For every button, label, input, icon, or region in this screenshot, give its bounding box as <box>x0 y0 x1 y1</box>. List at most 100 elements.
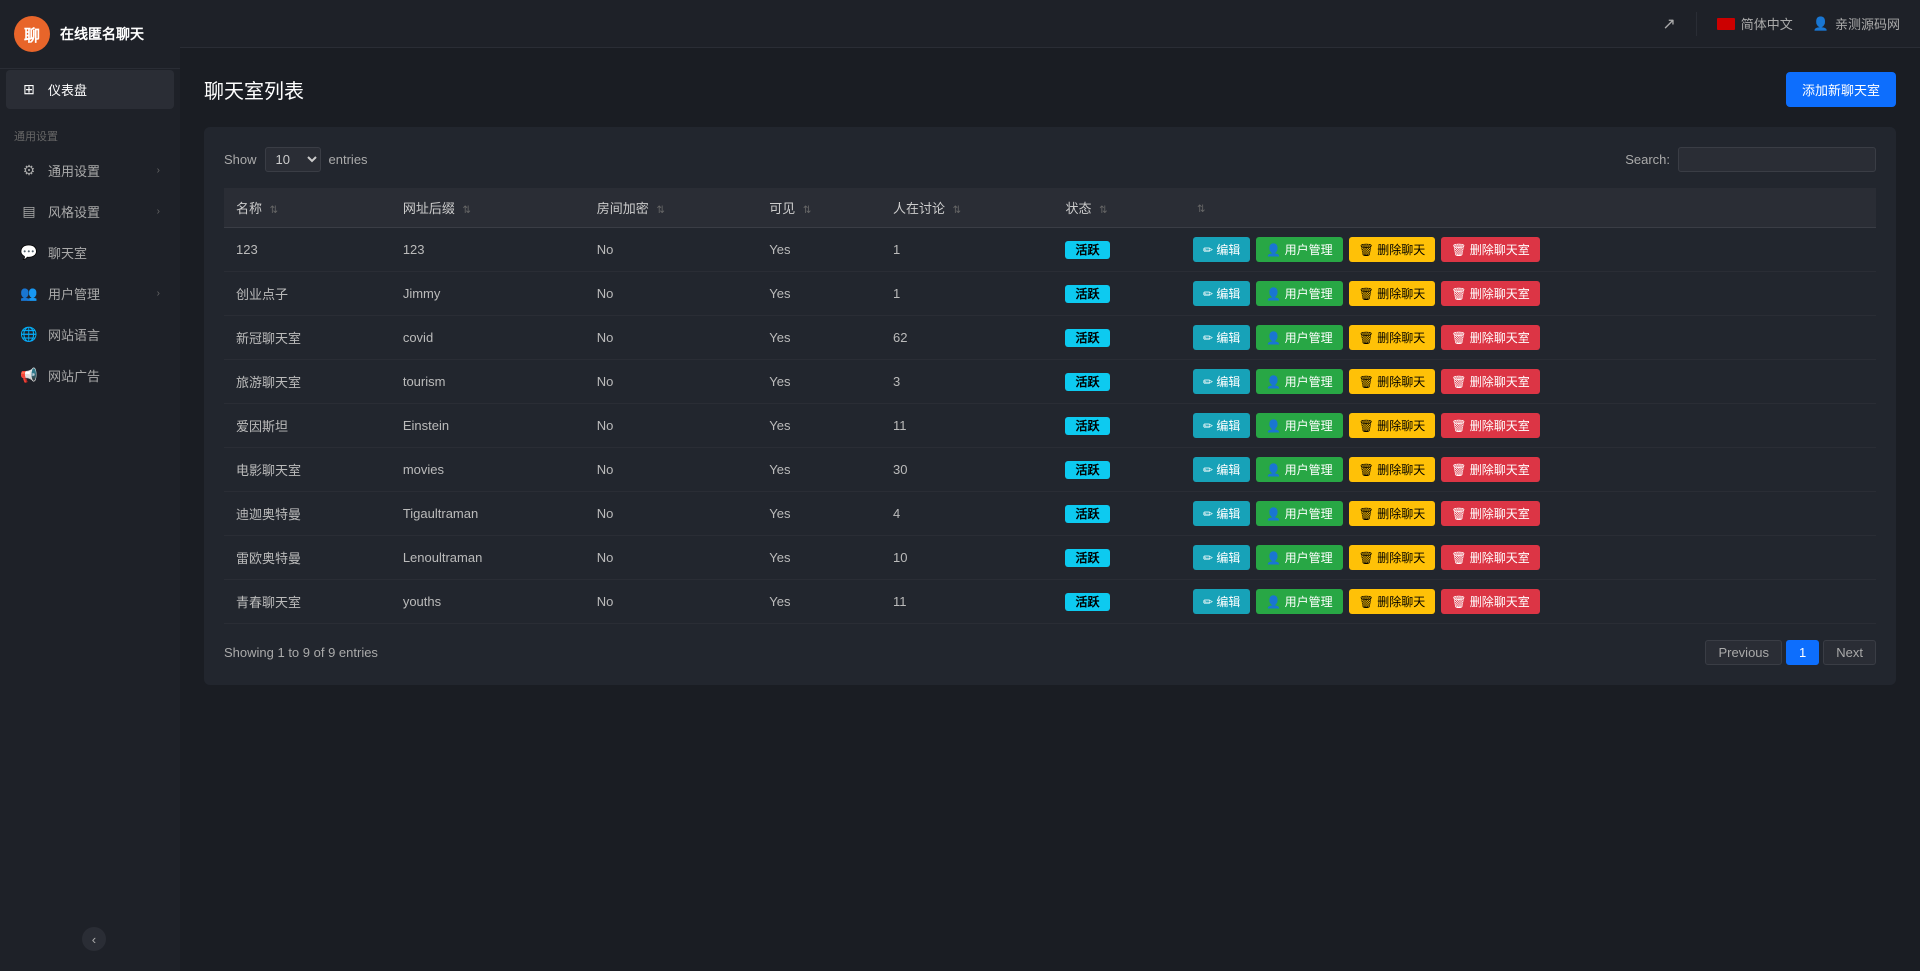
pagination-prev-button[interactable]: Previous <box>1705 640 1782 665</box>
col-online: 人在讨论 ⇅ <box>881 188 1053 228</box>
table-row: 雷欧奥特曼 Lenoultraman No Yes 10 活跃 ✏ 编辑 👤 用… <box>224 536 1876 580</box>
sidebar-item-general-settings[interactable]: ⚙ 通用设置 › <box>6 151 174 190</box>
delete-msg-button[interactable]: 🗑 删除聊天 <box>1349 589 1436 614</box>
sort-online-icon[interactable]: ⇅ <box>953 205 961 216</box>
sidebar-item-user-management[interactable]: 👥 用户管理 › <box>6 274 174 313</box>
search-label: Search: <box>1625 152 1670 167</box>
topbar-lang-label: 简体中文 <box>1741 14 1793 33</box>
delete-room-button[interactable]: 🗑 删除聊天室 <box>1441 369 1540 394</box>
cell-visible: Yes <box>757 536 881 580</box>
topbar-language[interactable]: 简体中文 <box>1717 14 1793 33</box>
sidebar-item-theme-settings[interactable]: ▤ 风格设置 › <box>6 192 174 231</box>
cell-name: 青春聊天室 <box>224 580 391 624</box>
cell-online: 1 <box>881 228 1053 272</box>
edit-button[interactable]: ✏ 编辑 <box>1193 281 1250 306</box>
search-input[interactable] <box>1678 147 1876 172</box>
user-manage-button[interactable]: 👤 用户管理 <box>1256 325 1342 350</box>
sort-actions-icon[interactable]: ⇅ <box>1197 204 1205 215</box>
edit-button[interactable]: ✏ 编辑 <box>1193 369 1250 394</box>
cell-visible: Yes <box>757 448 881 492</box>
cell-name: 创业点子 <box>224 272 391 316</box>
delete-msg-button[interactable]: 🗑 删除聊天 <box>1349 369 1436 394</box>
table-row: 迪迦奥特曼 Tigaultraman No Yes 4 活跃 ✏ 编辑 👤 用户… <box>224 492 1876 536</box>
user-manage-button[interactable]: 👤 用户管理 <box>1256 545 1342 570</box>
cell-encryption: No <box>585 272 757 316</box>
sidebar-item-chat-rooms[interactable]: 💬 聊天室 <box>6 233 174 272</box>
delete-room-button[interactable]: 🗑 删除聊天室 <box>1441 457 1540 482</box>
theme-icon: ▤ <box>20 203 38 220</box>
entries-select[interactable]: 10 25 50 100 <box>265 147 321 172</box>
cell-name: 电影聊天室 <box>224 448 391 492</box>
pagination-next-button[interactable]: Next <box>1823 640 1876 665</box>
edit-button[interactable]: ✏ 编辑 <box>1193 545 1250 570</box>
user-manage-button[interactable]: 👤 用户管理 <box>1256 237 1342 262</box>
edit-button[interactable]: ✏ 编辑 <box>1193 413 1250 438</box>
cell-actions: ✏ 编辑 👤 用户管理 🗑 删除聊天 🗑 删除聊天室 <box>1181 228 1876 272</box>
app-logo-icon: 聊 <box>14 16 50 52</box>
delete-room-button[interactable]: 🗑 删除聊天室 <box>1441 413 1540 438</box>
user-manage-button[interactable]: 👤 用户管理 <box>1256 281 1342 306</box>
flag-china-icon <box>1717 18 1735 30</box>
cell-online: 62 <box>881 316 1053 360</box>
user-manage-button[interactable]: 👤 用户管理 <box>1256 457 1342 482</box>
cell-actions: ✏ 编辑 👤 用户管理 🗑 删除聊天 🗑 删除聊天室 <box>1181 580 1876 624</box>
delete-msg-button[interactable]: 🗑 删除聊天 <box>1349 237 1436 262</box>
sort-status-icon[interactable]: ⇅ <box>1099 205 1107 216</box>
delete-room-button[interactable]: 🗑 删除聊天室 <box>1441 237 1540 262</box>
delete-room-button[interactable]: 🗑 删除聊天室 <box>1441 281 1540 306</box>
sort-visible-icon[interactable]: ⇅ <box>803 205 811 216</box>
table-show-entries: Show 10 25 50 100 entries <box>224 147 368 172</box>
sort-encryption-icon[interactable]: ⇅ <box>656 205 664 216</box>
cell-name: 爱因斯坦 <box>224 404 391 448</box>
sidebar-collapse-button[interactable]: ‹ <box>82 927 106 951</box>
user-manage-button[interactable]: 👤 用户管理 <box>1256 589 1342 614</box>
col-slug: 网址后缀 ⇅ <box>391 188 585 228</box>
users-icon: 👥 <box>20 285 38 302</box>
language-icon: 🌐 <box>20 326 38 343</box>
user-manage-button[interactable]: 👤 用户管理 <box>1256 413 1342 438</box>
pagination-page-1-button[interactable]: 1 <box>1786 640 1819 665</box>
delete-room-button[interactable]: 🗑 删除聊天室 <box>1441 589 1540 614</box>
cell-slug: 123 <box>391 228 585 272</box>
sidebar: 聊 在线匿名聊天 ⊞ 仪表盘 通用设置 ⚙ 通用设置 › ▤ 风格设置 › 💬 … <box>0 0 180 971</box>
sidebar-item-dashboard[interactable]: ⊞ 仪表盘 <box>6 70 174 109</box>
delete-room-button[interactable]: 🗑 删除聊天室 <box>1441 325 1540 350</box>
delete-msg-button[interactable]: 🗑 删除聊天 <box>1349 413 1436 438</box>
delete-msg-button[interactable]: 🗑 删除聊天 <box>1349 545 1436 570</box>
cell-status: 活跃 <box>1053 228 1180 272</box>
delete-msg-button[interactable]: 🗑 删除聊天 <box>1349 325 1436 350</box>
edit-button[interactable]: ✏ 编辑 <box>1193 325 1250 350</box>
cell-slug: Lenoultraman <box>391 536 585 580</box>
edit-button[interactable]: ✏ 编辑 <box>1193 237 1250 262</box>
sidebar-item-site-ads[interactable]: 📢 网站广告 <box>6 356 174 395</box>
topbar-user[interactable]: 👤 亲测源码网 <box>1813 14 1900 33</box>
sidebar-site-ads-label: 网站广告 <box>48 366 100 385</box>
user-manage-button[interactable]: 👤 用户管理 <box>1256 501 1342 526</box>
edit-button[interactable]: ✏ 编辑 <box>1193 457 1250 482</box>
chevron-right-icon-2: › <box>157 206 160 217</box>
table-row: 青春聊天室 youths No Yes 11 活跃 ✏ 编辑 👤 用户管理 🗑 … <box>224 580 1876 624</box>
delete-room-button[interactable]: 🗑 删除聊天室 <box>1441 545 1540 570</box>
cell-slug: Jimmy <box>391 272 585 316</box>
chat-rooms-table: 名称 ⇅ 网址后缀 ⇅ 房间加密 ⇅ 可见 ⇅ <box>224 188 1876 624</box>
export-icon[interactable]: ↗ <box>1662 14 1675 34</box>
sidebar-item-site-language[interactable]: 🌐 网站语言 <box>6 315 174 354</box>
cell-name: 旅游聊天室 <box>224 360 391 404</box>
delete-msg-button[interactable]: 🗑 删除聊天 <box>1349 501 1436 526</box>
table-row: 旅游聊天室 tourism No Yes 3 活跃 ✏ 编辑 👤 用户管理 🗑 … <box>224 360 1876 404</box>
user-manage-button[interactable]: 👤 用户管理 <box>1256 369 1342 394</box>
table-header: 名称 ⇅ 网址后缀 ⇅ 房间加密 ⇅ 可见 ⇅ <box>224 188 1876 228</box>
edit-button[interactable]: ✏ 编辑 <box>1193 501 1250 526</box>
delete-msg-button[interactable]: 🗑 删除聊天 <box>1349 457 1436 482</box>
sort-slug-icon[interactable]: ⇅ <box>462 205 470 216</box>
sort-name-icon[interactable]: ⇅ <box>270 205 278 216</box>
edit-button[interactable]: ✏ 编辑 <box>1193 589 1250 614</box>
status-badge: 活跃 <box>1065 549 1109 567</box>
add-chatroom-button[interactable]: 添加新聊天室 <box>1786 72 1896 107</box>
cell-online: 3 <box>881 360 1053 404</box>
cell-online: 11 <box>881 404 1053 448</box>
delete-msg-button[interactable]: 🗑 删除聊天 <box>1349 281 1436 306</box>
cell-visible: Yes <box>757 404 881 448</box>
delete-room-button[interactable]: 🗑 删除聊天室 <box>1441 501 1540 526</box>
cell-encryption: No <box>585 448 757 492</box>
